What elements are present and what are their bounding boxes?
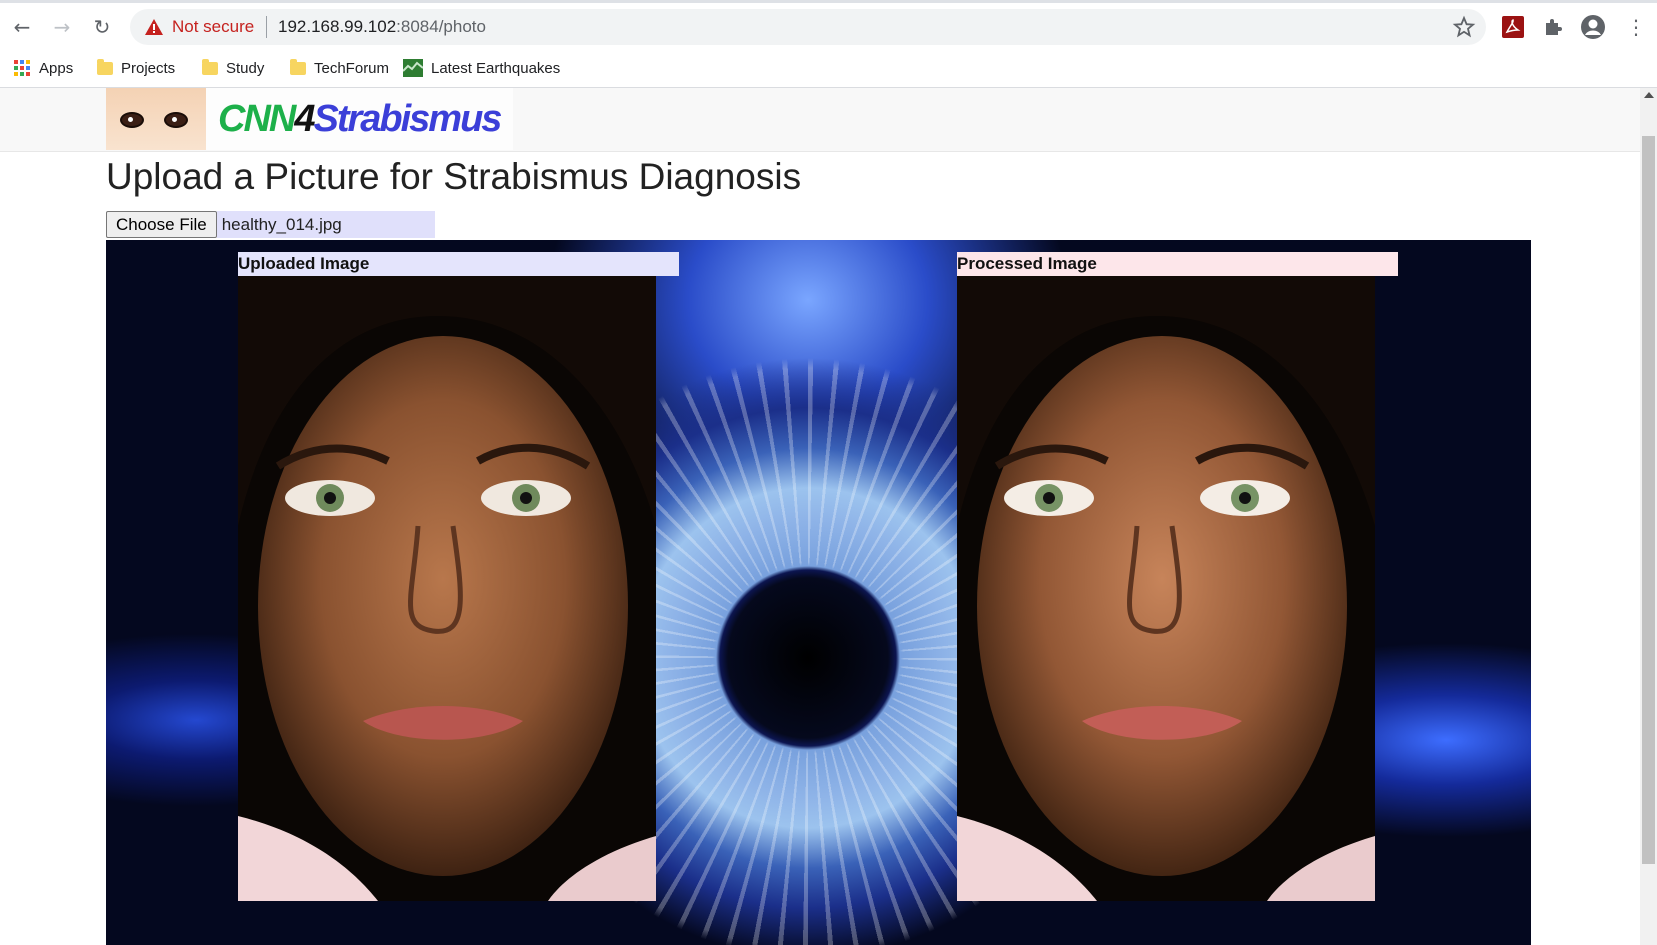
scroll-up-arrow-icon[interactable]	[1644, 92, 1654, 98]
page-viewport: CNN4Strabismus Upload a Picture for Stra…	[0, 88, 1657, 945]
address-bar[interactable]: Not secure 192.168.99.102:8084/photo	[130, 9, 1486, 45]
back-icon[interactable]: ←	[8, 13, 36, 41]
choose-file-button[interactable]: Choose File	[106, 211, 217, 238]
pdf-extension-icon[interactable]	[1500, 14, 1526, 40]
file-upload-input[interactable]: Choose File healthy_014.jpg	[106, 211, 435, 238]
menu-kebab-icon[interactable]: ⋮	[1622, 13, 1650, 41]
processed-image-label: Processed Image	[957, 252, 1398, 276]
processed-image	[957, 276, 1375, 901]
uploaded-image	[238, 276, 656, 901]
apps-grid-icon	[14, 60, 30, 76]
earthquake-map-icon	[403, 59, 423, 77]
selected-file-name: healthy_014.jpg	[216, 211, 435, 238]
bookmark-label: Study	[226, 59, 265, 77]
bookmark-apps[interactable]: Apps	[13, 57, 73, 79]
bookmark-study[interactable]: Study	[202, 57, 264, 79]
uploaded-image-label: Uploaded Image	[238, 252, 679, 276]
bookmark-star-icon[interactable]	[1452, 15, 1476, 39]
folder-icon	[290, 58, 306, 75]
folder-icon	[202, 58, 218, 75]
logo-part-strabismus: Strabismus	[313, 97, 502, 140]
forward-icon[interactable]: →	[48, 13, 76, 41]
bookmarks-bar: Apps Projects Study TechForum Latest Ear…	[0, 48, 1657, 88]
bookmark-label: Projects	[121, 59, 176, 77]
logo-wordmark: CNN4Strabismus	[218, 97, 502, 141]
profile-avatar-icon[interactable]	[1580, 14, 1606, 40]
bookmark-label: Latest Earthquakes	[431, 59, 561, 77]
omnibox-divider	[266, 16, 267, 38]
site-header: CNN4Strabismus	[0, 88, 1640, 152]
bookmark-techforum[interactable]: TechForum	[290, 57, 389, 79]
vertical-scrollbar[interactable]	[1640, 88, 1657, 945]
bookmark-projects[interactable]: Projects	[97, 57, 175, 79]
bookmark-latest-earthquakes[interactable]: Latest Earthquakes	[403, 57, 560, 79]
folder-icon	[97, 58, 113, 75]
scrollbar-thumb[interactable]	[1642, 136, 1655, 864]
bookmark-label: Apps	[39, 59, 74, 77]
warning-icon	[145, 19, 163, 35]
browser-toolbar: ← → ↻ Not secure 192.168.99.102:8084/pho…	[0, 0, 1657, 48]
reload-icon[interactable]: ↻	[88, 13, 116, 41]
url-path: :8084/photo	[396, 17, 486, 36]
security-status[interactable]: Not secure	[172, 17, 254, 37]
logo-eyes-icon	[106, 88, 206, 150]
bookmark-label: TechForum	[314, 59, 390, 77]
logo-part-cnn: CNN	[218, 97, 296, 140]
logo-part-4: 4	[294, 97, 315, 140]
site-logo[interactable]: CNN4Strabismus	[106, 88, 513, 150]
page-title: Upload a Picture for Strabismus Diagnosi…	[106, 156, 802, 197]
extensions-puzzle-icon[interactable]	[1540, 14, 1566, 40]
url-host: 192.168.99.102	[278, 17, 397, 36]
background-eye-image: Uploaded Image Processed Image	[106, 240, 1531, 945]
url-text[interactable]: 192.168.99.102:8084/photo	[278, 17, 486, 37]
